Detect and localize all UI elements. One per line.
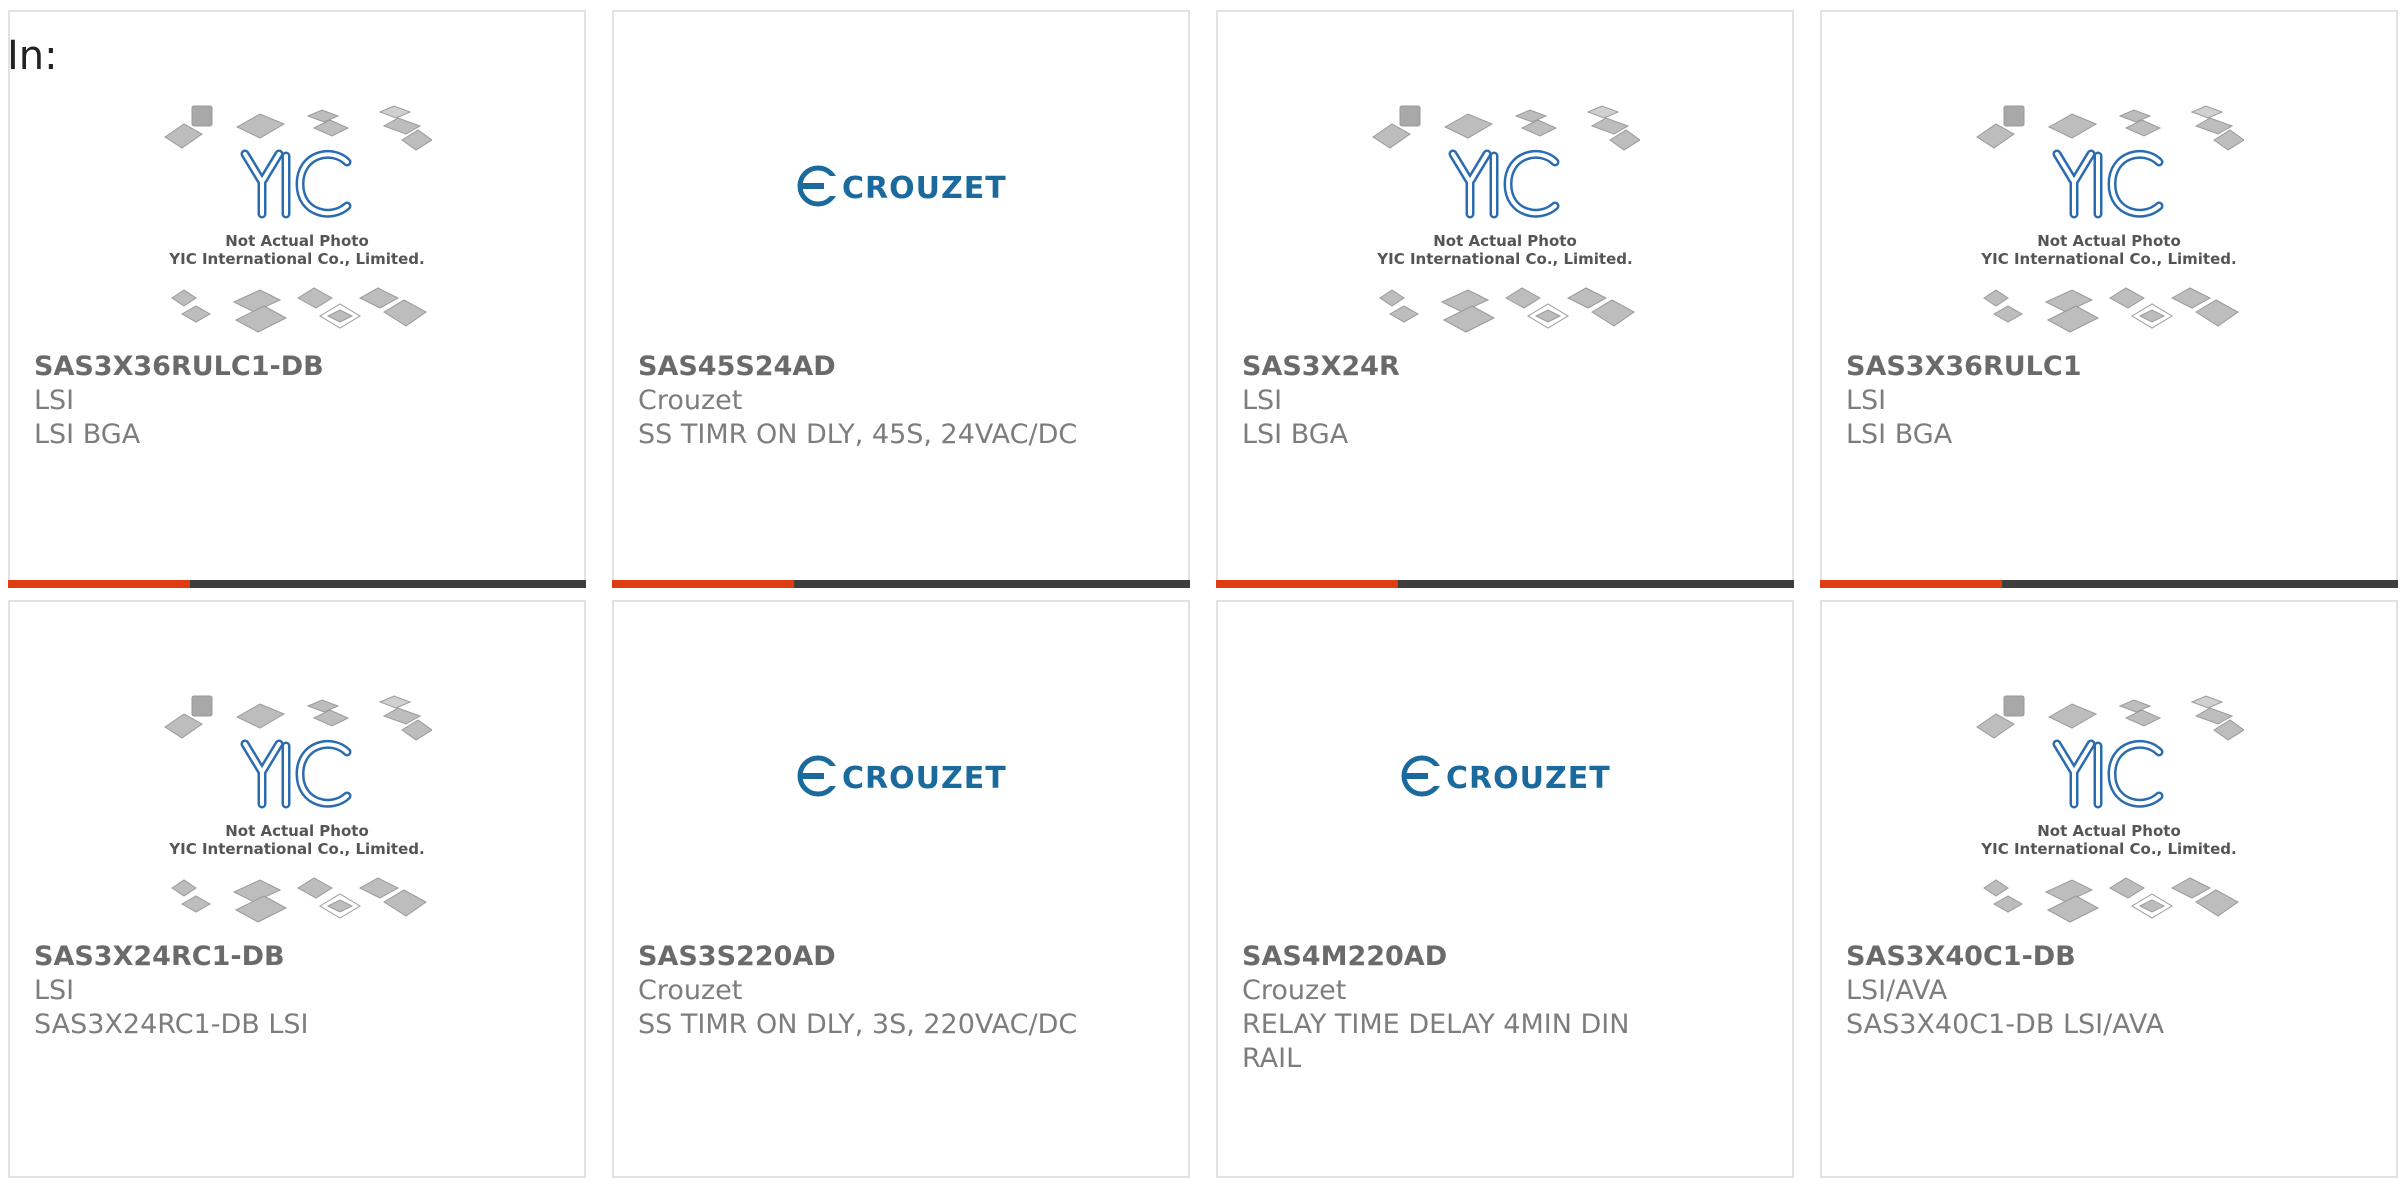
placeholder-photo-icon: Not Actual Photo YIC International Co., … — [1976, 105, 2244, 333]
placeholder-company: YIC International Co., Limited. — [1980, 250, 2236, 268]
description: LSI BGA — [1846, 419, 1953, 450]
description: SAS3X40C1-DB LSI/AVA — [1846, 1009, 2165, 1040]
placeholder-company: YIC International Co., Limited. — [168, 250, 424, 268]
manufacturer: LSI — [1242, 385, 1283, 416]
crouzet-logo-icon: CROUZET — [797, 755, 1006, 797]
part-number-link[interactable]: SAS3X24R — [1242, 350, 1768, 384]
description: LSI BGA — [1242, 419, 1349, 450]
manufacturer: Crouzet — [1242, 975, 1347, 1006]
product-info: SAS3X40C1-DB LSI/AVA SAS3X40C1-DB LSI/AVA — [1846, 940, 2372, 1042]
product-info: SAS3X36RULC1-DB LSI LSI BGA — [34, 350, 560, 452]
part-number-link[interactable]: SAS45S24AD — [638, 350, 1164, 384]
product-info: SAS3X24RC1-DB LSI SAS3X24RC1-DB LSI — [34, 940, 560, 1042]
placeholder-photo-icon: Not Actual Photo YIC International Co., … — [164, 105, 432, 333]
placeholder-note: Not Actual Photo — [225, 232, 369, 250]
product-card[interactable]: CROUZET SAS3S220AD Crouzet SS TIMR ON DLY,… — [612, 600, 1190, 1178]
crouzet-logo-icon: CROUZET — [1401, 755, 1610, 797]
part-number-link[interactable]: SAS3X36RULC1 — [1846, 350, 2372, 384]
placeholder-note: Not Actual Photo — [225, 822, 369, 840]
part-number-link[interactable]: SAS3X40C1-DB — [1846, 940, 2372, 974]
product-card[interactable]: Not Actual Photo YIC International Co., … — [8, 600, 586, 1178]
crouzet-logo-text: CROUZET — [842, 171, 1006, 206]
product-card[interactable]: CROUZET SAS45S24AD Crouzet SS TIMR ON DLY,… — [612, 10, 1190, 588]
card-accent-bar — [8, 580, 190, 588]
manufacturer: LSI — [34, 975, 75, 1006]
product-image[interactable]: Not Actual Photo YIC International Co., … — [1822, 102, 2396, 352]
product-card[interactable]: Not Actual Photo YIC International Co., … — [1820, 10, 2398, 588]
product-image[interactable]: Not Actual Photo YIC International Co., … — [10, 692, 584, 942]
placeholder-company: YIC International Co., Limited. — [1980, 840, 2236, 858]
crouzet-logo-icon: CROUZET — [797, 165, 1006, 207]
placeholder-note: Not Actual Photo — [2037, 822, 2181, 840]
product-card[interactable]: Not Actual Photo YIC International Co., … — [8, 10, 586, 588]
product-info: SAS45S24AD Crouzet SS TIMR ON DLY, 45S, 24… — [638, 350, 1164, 452]
product-info: SAS4M220AD Crouzet RELAY TIME DELAY 4MIN D… — [1242, 940, 1768, 1076]
card-bottom-bar — [8, 580, 586, 588]
manufacturer: LSI/AVA — [1846, 975, 1948, 1006]
placeholder-company: YIC International Co., Limited. — [168, 840, 424, 858]
card-bottom-bar — [612, 580, 1190, 588]
placeholder-photo-icon: Not Actual Photo YIC International Co., … — [1976, 695, 2244, 923]
placeholder-note: Not Actual Photo — [2037, 232, 2181, 250]
product-card[interactable]: Not Actual Photo YIC International Co., … — [1820, 600, 2398, 1178]
product-image[interactable]: Not Actual Photo YIC International Co., … — [1218, 102, 1792, 352]
manufacturer: Crouzet — [638, 975, 743, 1006]
product-image[interactable]: Not Actual Photo YIC International Co., … — [1822, 692, 2396, 942]
card-accent-bar — [1820, 580, 2002, 588]
manufacturer: LSI — [34, 385, 75, 416]
product-image[interactable]: Not Actual Photo YIC International Co., … — [10, 102, 584, 352]
product-info: SAS3X24R LSI LSI BGA — [1242, 350, 1768, 452]
manufacturer: Crouzet — [638, 385, 743, 416]
crouzet-logo-text: CROUZET — [1446, 761, 1610, 796]
placeholder-photo-icon: Not Actual Photo YIC International Co., … — [1372, 105, 1640, 333]
part-number-link[interactable]: SAS3X24RC1-DB — [34, 940, 560, 974]
part-number-link[interactable]: SAS3X36RULC1-DB — [34, 350, 560, 384]
manufacturer: LSI — [1846, 385, 1887, 416]
product-info: SAS3S220AD Crouzet SS TIMR ON DLY, 3S, 220… — [638, 940, 1164, 1042]
product-image[interactable]: CROUZET — [614, 102, 1188, 352]
filter-label: In: — [7, 33, 58, 79]
description: LSI BGA — [34, 419, 141, 450]
part-number-link[interactable]: SAS3S220AD — [638, 940, 1164, 974]
description: SAS3X24RC1-DB LSI — [34, 1009, 309, 1040]
part-number-link[interactable]: SAS4M220AD — [1242, 940, 1768, 974]
crouzet-logo-text: CROUZET — [842, 761, 1006, 796]
card-accent-bar — [612, 580, 794, 588]
description: RELAY TIME DELAY 4MIN DIN RAIL — [1242, 1009, 1630, 1074]
card-bottom-bar — [1216, 580, 1794, 588]
placeholder-note: Not Actual Photo — [1433, 232, 1577, 250]
description: SS TIMR ON DLY, 3S, 220VAC/DC — [638, 1009, 1078, 1040]
product-card[interactable]: CROUZET SAS4M220AD Crouzet RELAY TIME DELA… — [1216, 600, 1794, 1178]
description: SS TIMR ON DLY, 45S, 24VAC/DC — [638, 419, 1078, 450]
placeholder-company: YIC International Co., Limited. — [1376, 250, 1632, 268]
product-card[interactable]: Not Actual Photo YIC International Co., … — [1216, 10, 1794, 588]
product-image[interactable]: CROUZET — [614, 692, 1188, 942]
product-info: SAS3X36RULC1 LSI LSI BGA — [1846, 350, 2372, 452]
card-accent-bar — [1216, 580, 1398, 588]
card-bottom-bar — [1820, 580, 2398, 588]
placeholder-photo-icon: Not Actual Photo YIC International Co., … — [164, 695, 432, 923]
product-image[interactable]: CROUZET — [1218, 692, 1792, 942]
